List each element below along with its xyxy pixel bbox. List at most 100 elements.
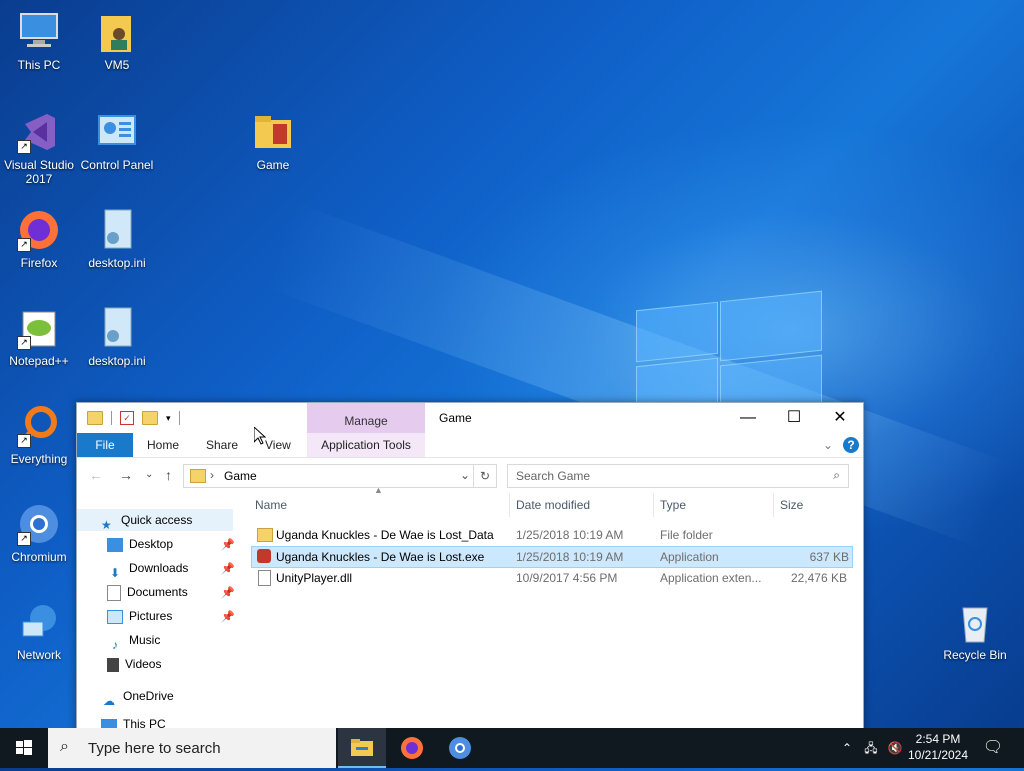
desktop-icon-visual-studio[interactable]: ↗ Visual Studio 2017 bbox=[0, 110, 78, 186]
desktop-icon-everything[interactable]: ↗ Everything bbox=[0, 404, 78, 466]
column-header-date[interactable]: Date modified bbox=[516, 493, 590, 517]
divider bbox=[111, 411, 112, 425]
refresh-icon[interactable]: ↻ bbox=[473, 465, 496, 487]
desktop-icon-label: This PC bbox=[17, 58, 61, 72]
windows-logo-icon bbox=[16, 740, 32, 755]
address-bar[interactable]: › Game ⌄ ↻ bbox=[183, 464, 497, 488]
recent-locations-chevron-icon[interactable]: ⌄ bbox=[145, 469, 153, 480]
film-icon bbox=[107, 657, 119, 672]
divider bbox=[178, 411, 180, 425]
column-divider[interactable] bbox=[509, 493, 510, 517]
dll-file-icon bbox=[258, 570, 271, 586]
back-arrow-icon[interactable]: ← bbox=[89, 467, 103, 483]
desktop-icon-network[interactable]: Network bbox=[0, 600, 78, 662]
show-hidden-icons-chevron-icon[interactable]: ⌃ bbox=[838, 728, 856, 768]
pin-icon[interactable]: 📌 bbox=[221, 586, 235, 599]
column-header-type[interactable]: Type bbox=[660, 493, 686, 517]
document-icon bbox=[107, 584, 121, 601]
column-header-size[interactable]: Size bbox=[780, 493, 803, 517]
nav-item-music[interactable]: ♪ Music bbox=[77, 629, 160, 652]
picture-icon bbox=[107, 609, 123, 624]
file-row-selected[interactable]: Uganda Knuckles - De Wae is Lost.exe 1/2… bbox=[251, 546, 853, 568]
file-name: Uganda Knuckles - De Wae is Lost_Data bbox=[276, 528, 494, 542]
desktop-icon-chromium[interactable]: ↗ Chromium bbox=[0, 502, 78, 564]
tab-share[interactable]: Share bbox=[206, 433, 238, 457]
desktop-icon-label: Notepad++ bbox=[9, 354, 69, 368]
desktop-icon-vm5[interactable]: VM5 bbox=[78, 10, 156, 72]
desktop-icon-label: Game bbox=[256, 158, 290, 172]
download-arrow-icon: ⬇ bbox=[109, 565, 121, 580]
address-dropdown-icon[interactable]: ⌄ bbox=[460, 468, 470, 482]
file-row[interactable]: Uganda Knuckles - De Wae is Lost_Data 1/… bbox=[251, 525, 851, 545]
new-folder-icon[interactable] bbox=[142, 411, 158, 425]
desktop-icon-label: desktop.ini bbox=[88, 256, 146, 270]
help-icon[interactable]: ? bbox=[843, 437, 859, 453]
desktop-icon-desktop-ini[interactable]: desktop.ini bbox=[78, 208, 156, 270]
desktop-icon-this-pc[interactable]: This PC bbox=[0, 10, 78, 72]
up-arrow-icon[interactable]: ↑ bbox=[165, 467, 172, 483]
pin-icon[interactable]: 📌 bbox=[221, 562, 235, 575]
search-placeholder: Search Game bbox=[516, 469, 591, 483]
column-header-name[interactable]: Name bbox=[255, 493, 287, 517]
start-button[interactable] bbox=[0, 728, 48, 768]
pin-icon[interactable]: 📌 bbox=[221, 610, 235, 623]
nav-label: Downloads bbox=[129, 561, 189, 575]
maximize-button[interactable]: ☐ bbox=[771, 403, 817, 433]
properties-icon[interactable]: ✓ bbox=[120, 411, 134, 425]
taskbar-search-placeholder: Type here to search bbox=[88, 740, 221, 757]
search-icon: ⌕ bbox=[60, 738, 69, 755]
desktop-icon-label: Firefox bbox=[20, 256, 58, 270]
nav-item-quick-access[interactable]: ★ Quick access bbox=[77, 509, 233, 532]
customize-chevron-icon[interactable]: ▾ bbox=[166, 413, 171, 424]
nav-item-downloads[interactable]: ⬇ Downloads bbox=[77, 557, 189, 580]
desktop-icon-label: VM5 bbox=[104, 58, 130, 72]
settings-file-icon bbox=[95, 208, 139, 252]
desktop-icon-desktop-ini-2[interactable]: desktop.ini bbox=[78, 306, 156, 368]
minimize-button[interactable]: — bbox=[725, 403, 771, 433]
taskbar-search-box[interactable]: ⌕ Type here to search bbox=[48, 728, 336, 768]
taskbar-file-explorer[interactable] bbox=[338, 728, 386, 768]
desktop-icon-label: Visual Studio 2017 bbox=[4, 158, 74, 186]
expand-ribbon-chevron-icon[interactable]: ⌄ bbox=[823, 433, 833, 457]
close-button[interactable]: ✕ bbox=[817, 403, 863, 433]
tab-view[interactable]: View bbox=[265, 433, 291, 457]
manage-contextual-tab[interactable]: Manage bbox=[307, 403, 425, 433]
pin-icon[interactable]: 📌 bbox=[221, 538, 235, 551]
desktop-icon-firefox[interactable]: ↗ Firefox bbox=[0, 208, 78, 270]
title-bar: ✓ ▾ Manage Game — ☐ ✕ bbox=[77, 403, 863, 433]
file-row[interactable]: UnityPlayer.dll 10/9/2017 4:56 PM Applic… bbox=[251, 568, 851, 588]
nav-item-documents[interactable]: Documents bbox=[77, 581, 188, 603]
desktop-icon-game[interactable]: Game bbox=[234, 110, 312, 172]
taskbar-firefox[interactable] bbox=[388, 728, 436, 768]
file-date: 1/25/2018 10:19 AM bbox=[516, 550, 624, 564]
search-icon[interactable]: ⌕ bbox=[833, 468, 840, 483]
search-box[interactable]: Search Game ⌕ bbox=[507, 464, 849, 488]
desktop-icon-label: Recycle Bin bbox=[943, 648, 1007, 662]
taskbar-chromium[interactable] bbox=[436, 728, 484, 768]
tab-application-tools[interactable]: Application Tools bbox=[307, 433, 425, 457]
folder-icon bbox=[190, 469, 206, 483]
desktop-icon-control-panel[interactable]: Control Panel bbox=[78, 110, 156, 172]
breadcrumb-chevron-icon[interactable]: › bbox=[210, 468, 214, 482]
file-type: Application bbox=[660, 550, 719, 564]
nav-item-desktop[interactable]: Desktop bbox=[77, 533, 173, 555]
nav-item-pictures[interactable]: Pictures bbox=[77, 605, 172, 627]
tab-file[interactable]: File bbox=[77, 433, 133, 457]
tab-home[interactable]: Home bbox=[147, 433, 179, 457]
forward-arrow-icon[interactable]: → bbox=[119, 467, 133, 483]
column-divider[interactable] bbox=[773, 493, 774, 517]
breadcrumb-game[interactable]: Game bbox=[224, 469, 257, 483]
action-center-icon[interactable]: 🗨 bbox=[978, 728, 1008, 768]
nav-item-videos[interactable]: Videos bbox=[77, 653, 161, 675]
column-divider[interactable] bbox=[653, 493, 654, 517]
network-status-icon[interactable]: 🖧 bbox=[860, 728, 882, 768]
desktop-icon-recycle-bin[interactable]: Recycle Bin bbox=[936, 600, 1014, 662]
desktop-icon-notepad-plus[interactable]: ↗ Notepad++ bbox=[0, 306, 78, 368]
application-icon bbox=[257, 549, 271, 563]
clock-date: 10/21/2024 bbox=[907, 748, 969, 762]
file-type: Application exten... bbox=[660, 571, 762, 585]
clock[interactable]: 2:54 PM 10/21/2024 bbox=[906, 728, 970, 768]
nav-item-onedrive[interactable]: ☁ OneDrive bbox=[77, 685, 174, 708]
quick-access-toolbar: ✓ ▾ bbox=[87, 411, 180, 425]
volume-muted-icon[interactable]: 🔇 bbox=[884, 728, 906, 768]
